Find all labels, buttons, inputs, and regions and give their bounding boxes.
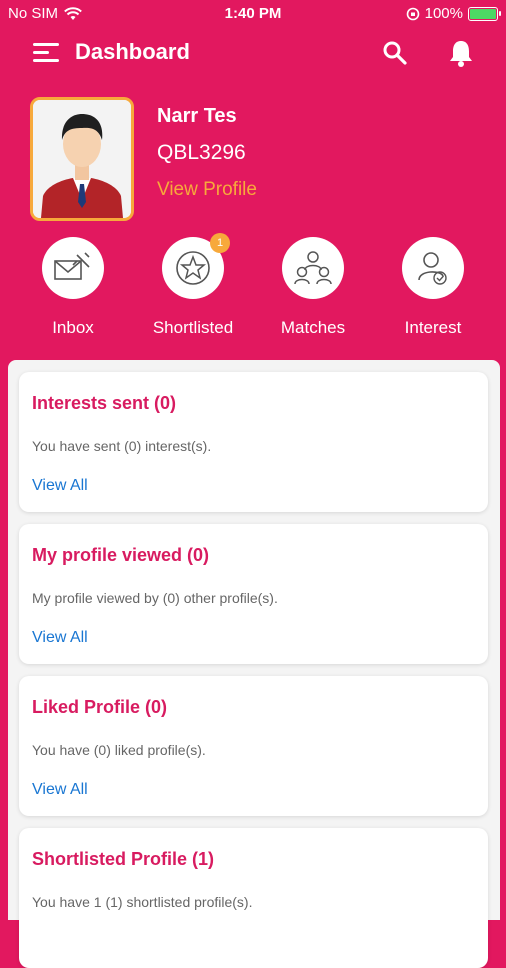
search-icon[interactable]: [382, 40, 408, 66]
status-right: 100%: [406, 5, 501, 22]
profile-name: Narr Tes: [157, 105, 237, 127]
quick-action-shortlisted[interactable]: 1 Shortlisted: [133, 233, 253, 338]
battery-icon: [468, 6, 501, 21]
card-description: You have (0) liked profile(s).: [32, 742, 206, 758]
card-interests-sent: Interests sent (0) You have sent (0) int…: [19, 372, 488, 512]
card-description: My profile viewed by (0) other profile(s…: [32, 590, 278, 606]
shortlisted-button[interactable]: 1: [162, 233, 230, 299]
quick-action-interest[interactable]: Interest: [373, 237, 493, 338]
quick-action-label: Interest: [404, 318, 462, 337]
matches-button[interactable]: [282, 237, 344, 299]
card-title: My profile viewed (0): [32, 545, 210, 565]
profile-id: QBL3296: [157, 141, 246, 164]
inbox-button[interactable]: [42, 237, 104, 299]
orientation-lock-icon: [406, 7, 419, 20]
battery-percent: 100%: [424, 5, 463, 22]
card-title: Interests sent (0): [32, 393, 177, 413]
status-bar: No SIM 1:40 PM 100%: [0, 0, 506, 28]
card-shortlisted-profile: Shortlisted Profile (1) You have 1 (1) s…: [19, 828, 488, 968]
card-profile-viewed: My profile viewed (0) My profile viewed …: [19, 524, 488, 664]
group-icon: [294, 251, 332, 285]
star-icon: [176, 251, 210, 285]
card-title: Shortlisted Profile (1): [32, 849, 215, 869]
inbox-icon: [54, 252, 90, 280]
page-title: Dashboard: [75, 39, 190, 64]
avatar[interactable]: [30, 97, 134, 221]
quick-action-inbox[interactable]: Inbox: [13, 237, 133, 338]
interest-button[interactable]: [402, 237, 464, 299]
view-profile-link[interactable]: View Profile: [157, 179, 257, 201]
card-title: Liked Profile (0): [32, 697, 168, 717]
card-description: You have 1 (1) shortlisted profile(s).: [32, 894, 253, 910]
shortlisted-badge: 1: [210, 233, 230, 253]
quick-action-label: Shortlisted: [152, 318, 234, 337]
app-bar: Dashboard: [0, 28, 506, 78]
view-all-link[interactable]: View All: [32, 781, 88, 799]
view-all-link[interactable]: View All: [32, 629, 88, 647]
bell-icon[interactable]: [448, 39, 474, 67]
avatar-image: [33, 100, 131, 218]
quick-action-label: Matches: [280, 318, 346, 337]
quick-action-matches[interactable]: Matches: [253, 237, 373, 338]
view-all-link[interactable]: View All: [32, 477, 88, 495]
activity-panel: Interests sent (0) You have sent (0) int…: [8, 360, 500, 968]
card-description: You have sent (0) interest(s).: [32, 438, 212, 454]
interest-icon: [418, 252, 447, 285]
card-liked-profile: Liked Profile (0) You have (0) liked pro…: [19, 676, 488, 816]
menu-icon[interactable]: [33, 41, 59, 65]
quick-action-label: Inbox: [52, 318, 94, 337]
